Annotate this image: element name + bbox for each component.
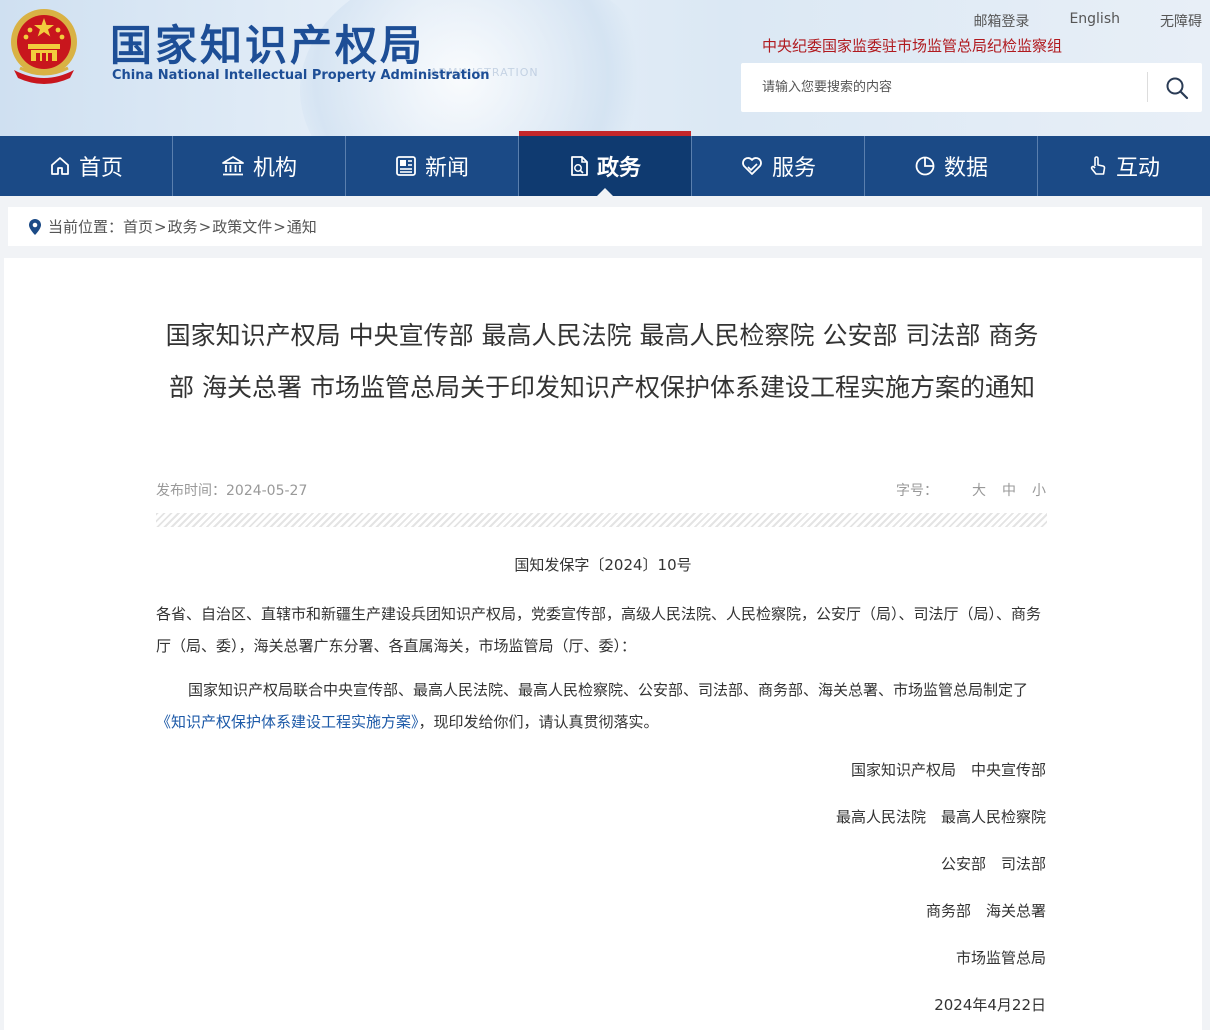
nav-item-home[interactable]: 首页 [0, 136, 173, 196]
pointer-hand-icon [1090, 156, 1106, 175]
breadcrumb-separator: > [273, 217, 286, 236]
publish-date-label: 发布时间： [156, 483, 226, 499]
signature-line-3: 公安部 司法部 [940, 855, 1046, 873]
signature-line-4: 商务部 海关总署 [925, 902, 1046, 920]
discipline-inspection-link[interactable]: 中央纪委国家监委驻市场监管总局纪检监察组 [762, 35, 1062, 56]
heart-hand-icon [742, 157, 762, 175]
breadcrumb: 当前位置： 首页 > 政务 > 政策文件 > 通知 [8, 207, 1202, 246]
search-button[interactable] [1151, 63, 1202, 112]
document-number: 国知发保字〔2024〕10号 [514, 556, 692, 574]
site-title[interactable]: 国家知识产权局 [110, 12, 425, 73]
nav-item-news[interactable]: 新闻 [346, 136, 519, 196]
search-icon [1166, 77, 1188, 99]
font-size-small[interactable]: 小 [1032, 480, 1046, 500]
implementation-plan-link[interactable]: 《知识产权保护体系建设工程实施方案》 [156, 713, 419, 731]
publish-date: 发布时间：2024-05-27 [156, 480, 307, 500]
location-pin-icon [29, 218, 41, 235]
publish-date-value: 2024-05-27 [226, 483, 308, 499]
search-divider [1147, 72, 1148, 102]
newspaper-icon [396, 156, 416, 176]
breadcrumb-separator: > [154, 217, 167, 236]
nav-label-services: 服务 [771, 156, 816, 181]
font-size-label: 字号： [896, 483, 938, 499]
breadcrumb-separator: > [198, 217, 212, 236]
search-box [741, 63, 1202, 112]
nav-item-organization[interactable]: 机构 [173, 136, 346, 196]
mail-login-link[interactable]: 邮箱登录 [973, 11, 1029, 31]
article-title: 国家知识产权局 中央宣传部 最高人民法院 最高人民检察院 公安部 司法部 商务部… [165, 321, 1039, 402]
hatched-divider [156, 513, 1047, 527]
nav-item-services[interactable]: 服务 [692, 136, 865, 196]
nav-label-data: 数据 [943, 156, 988, 181]
search-input[interactable] [741, 63, 1146, 112]
breadcrumb-notice[interactable]: 通知 [287, 216, 317, 237]
pie-chart-icon [915, 156, 935, 176]
breadcrumb-policy-documents[interactable]: 政策文件 [212, 216, 272, 237]
building-icon [222, 156, 244, 176]
top-links: 邮箱登录 English 无障碍 [933, 11, 1202, 31]
body-paragraph: 国家知识产权局联合中央宣传部、最高人民法院、最高人民检察院、公安部、司法部、商务… [156, 674, 1047, 738]
nav-label-organization: 机构 [252, 156, 297, 181]
signature-line-1: 国家知识产权局 中央宣传部 [850, 761, 1046, 779]
breadcrumb-prefix: 当前位置： [48, 218, 124, 236]
recipients-paragraph: 各省、自治区、直辖市和新疆生产建设兵团知识产权局，党委宣传部，高级人民法院、人民… [156, 605, 1042, 655]
english-link[interactable]: English [1069, 11, 1120, 31]
body-text-suffix: ，现印发给你们，请认真贯彻落实。 [418, 713, 659, 731]
nav-item-data[interactable]: 数据 [865, 136, 1038, 196]
home-icon [51, 157, 69, 175]
breadcrumb-home[interactable]: 首页 [123, 216, 153, 237]
signature-line-2: 最高人民法院 最高人民检察院 [835, 808, 1046, 826]
site-header: ADMINISTRATION 国家知识产权局 China National In… [0, 0, 1210, 136]
article: 国家知识产权局 中央宣传部 最高人民法院 最高人民检察院 公安部 司法部 商务部… [4, 258, 1202, 1030]
breadcrumb-government-affairs[interactable]: 政务 [168, 216, 198, 237]
nav-label-home: 首页 [78, 156, 123, 181]
nav-label-interaction: 互动 [1115, 156, 1160, 181]
font-size-control: 字号： 大 中 小 [896, 480, 1046, 500]
nav-label-news: 新闻 [424, 156, 469, 181]
document-icon [571, 156, 588, 176]
nav-item-interaction[interactable]: 互动 [1038, 136, 1210, 196]
signature-date: 2024年4月22日 [934, 996, 1046, 1014]
font-size-medium[interactable]: 中 [1002, 480, 1016, 500]
nav-item-government-affairs[interactable]: 政务 [519, 131, 692, 196]
site-subtitle: China National Intellectual Property Adm… [112, 68, 490, 83]
national-emblem-logo[interactable] [6, 6, 82, 86]
signature-line-5: 市场监管总局 [955, 949, 1046, 967]
body-text-prefix: 国家知识产权局联合中央宣传部、最高人民法院、最高人民检察院、公安部、司法部、商务… [188, 681, 1029, 699]
main-nav: 首页 机构 新闻 政务 服务 数据 互动 [0, 131, 1210, 196]
nav-label-government-affairs: 政务 [596, 156, 641, 181]
font-size-large[interactable]: 大 [972, 480, 986, 500]
accessibility-link[interactable]: 无障碍 [1160, 11, 1202, 31]
